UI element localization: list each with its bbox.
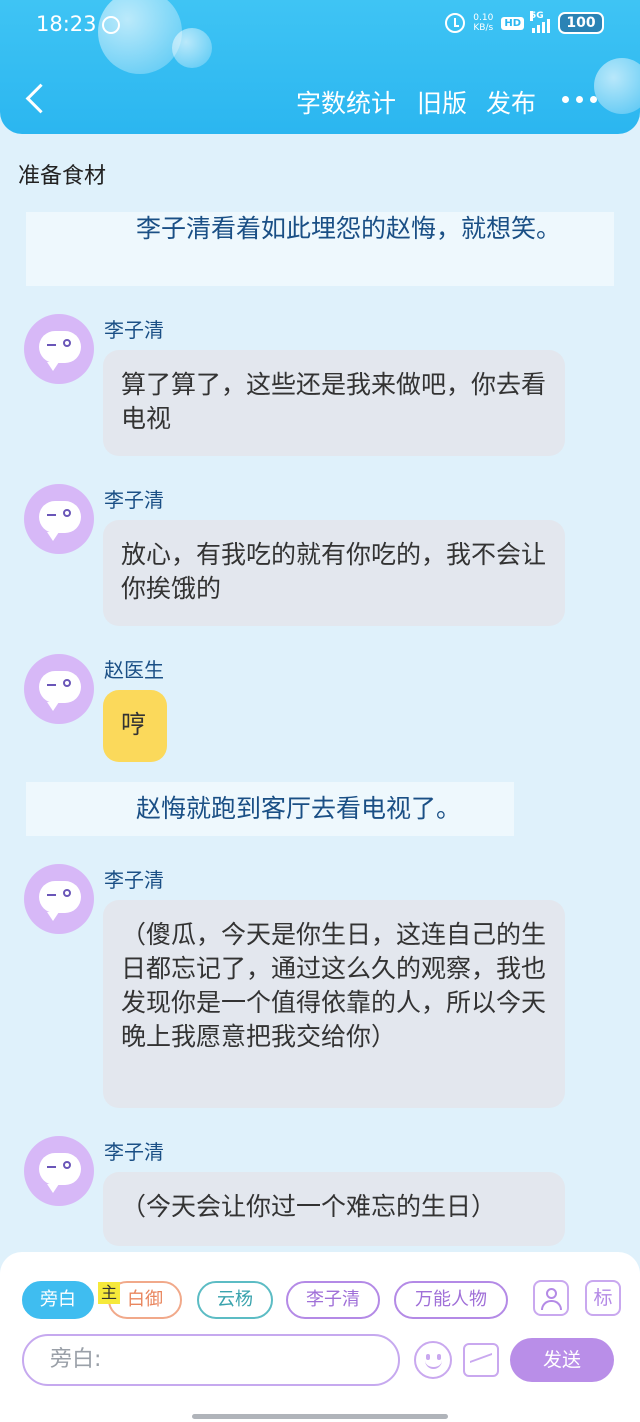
avatar[interactable] [24,864,94,934]
chat-bubble[interactable]: （傻瓜，今天是你生日，这连自己的生日都忘记了，通过这么久的观察，我也发现你是一个… [103,900,565,1108]
signal-icon: 5G [530,11,550,33]
send-button[interactable]: 发送 [510,1338,614,1382]
home-indicator[interactable] [192,1414,448,1419]
old-version-button[interactable]: 旧版 [417,84,467,120]
character-name: 赵医生 [104,658,164,682]
character-name: 李子清 [104,868,164,892]
back-button[interactable] [20,80,56,120]
chat-face-icon [39,331,81,371]
character-name: 李子清 [104,1140,164,1164]
status-time: 18:23 [36,12,97,36]
chat-bubble[interactable]: 放心，有我吃的就有你吃的，我不会让你挨饿的 [103,520,565,626]
role-chip-universal[interactable]: 万能人物 [394,1281,508,1319]
avatar[interactable] [24,484,94,554]
decor-bubble [594,58,640,114]
word-count-button[interactable]: 字数统计 [296,84,396,120]
chat-bubble[interactable]: 哼 [103,690,167,762]
main-character-tag: 主 [98,1282,120,1304]
app-notification-icon [102,16,120,34]
more-icon[interactable] [562,96,597,103]
chat-face-icon [39,1153,81,1193]
chat-face-icon [39,881,81,921]
app-header: 18:23 0.10 KB/s HD 5G 100 字数统计 旧版 发布 [0,0,640,134]
message-input[interactable]: 旁白: [22,1334,400,1386]
avatar[interactable] [24,654,94,724]
chat-bubble[interactable]: 算了算了，这些还是我来做吧，你去看电视 [103,350,565,456]
role-chip-lizi-qing[interactable]: 李子清 [286,1281,380,1319]
section-title: 准备食材 [18,164,107,189]
chat-face-icon [39,501,81,541]
chat-face-icon [39,671,81,711]
emoji-icon[interactable] [414,1341,452,1379]
hd-icon: HD [501,16,524,30]
decor-bubble [98,0,182,74]
image-icon[interactable] [463,1343,499,1377]
alarm-icon [445,13,466,33]
narration-block[interactable]: 李子清看着如此埋怨的赵悔，就想笑。 [26,212,614,286]
net-speed: 0.10 KB/s [473,13,494,33]
narration-block[interactable]: 赵悔就跑到客厅去看电视了。 [26,782,514,836]
battery-icon: 100 [558,12,604,34]
chat-bubble[interactable]: （今天会让你过一个难忘的生日） [103,1172,565,1246]
publish-button[interactable]: 发布 [486,84,536,120]
character-name: 李子清 [104,488,164,512]
character-name: 李子清 [104,318,164,342]
status-icons: 0.10 KB/s HD 5G 100 [445,11,604,34]
tag-button[interactable]: 标 [585,1280,621,1316]
character-manage-icon[interactable] [533,1280,569,1316]
role-chip-yunyang[interactable]: 云杨 [197,1281,273,1319]
avatar[interactable] [24,1136,94,1206]
avatar[interactable] [24,314,94,384]
decor-bubble [172,28,212,68]
role-chip-narrator[interactable]: 旁白 [22,1281,94,1319]
